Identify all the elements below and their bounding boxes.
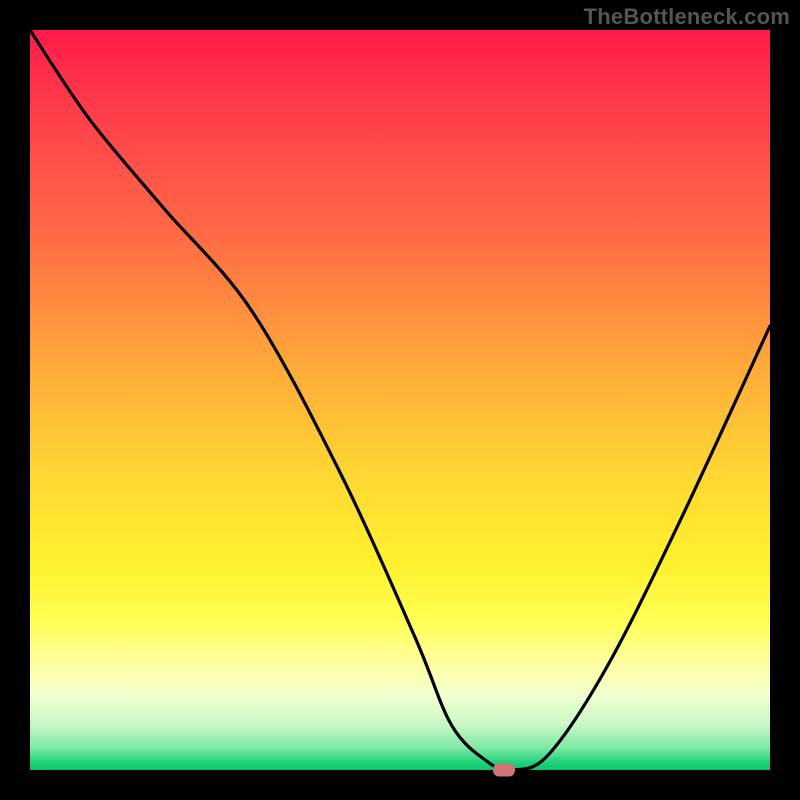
plot-area bbox=[30, 30, 770, 770]
watermark-text: TheBottleneck.com bbox=[584, 4, 790, 30]
optimal-point-marker bbox=[493, 764, 515, 777]
chart-frame: TheBottleneck.com bbox=[0, 0, 800, 800]
bottleneck-curve bbox=[30, 30, 770, 770]
